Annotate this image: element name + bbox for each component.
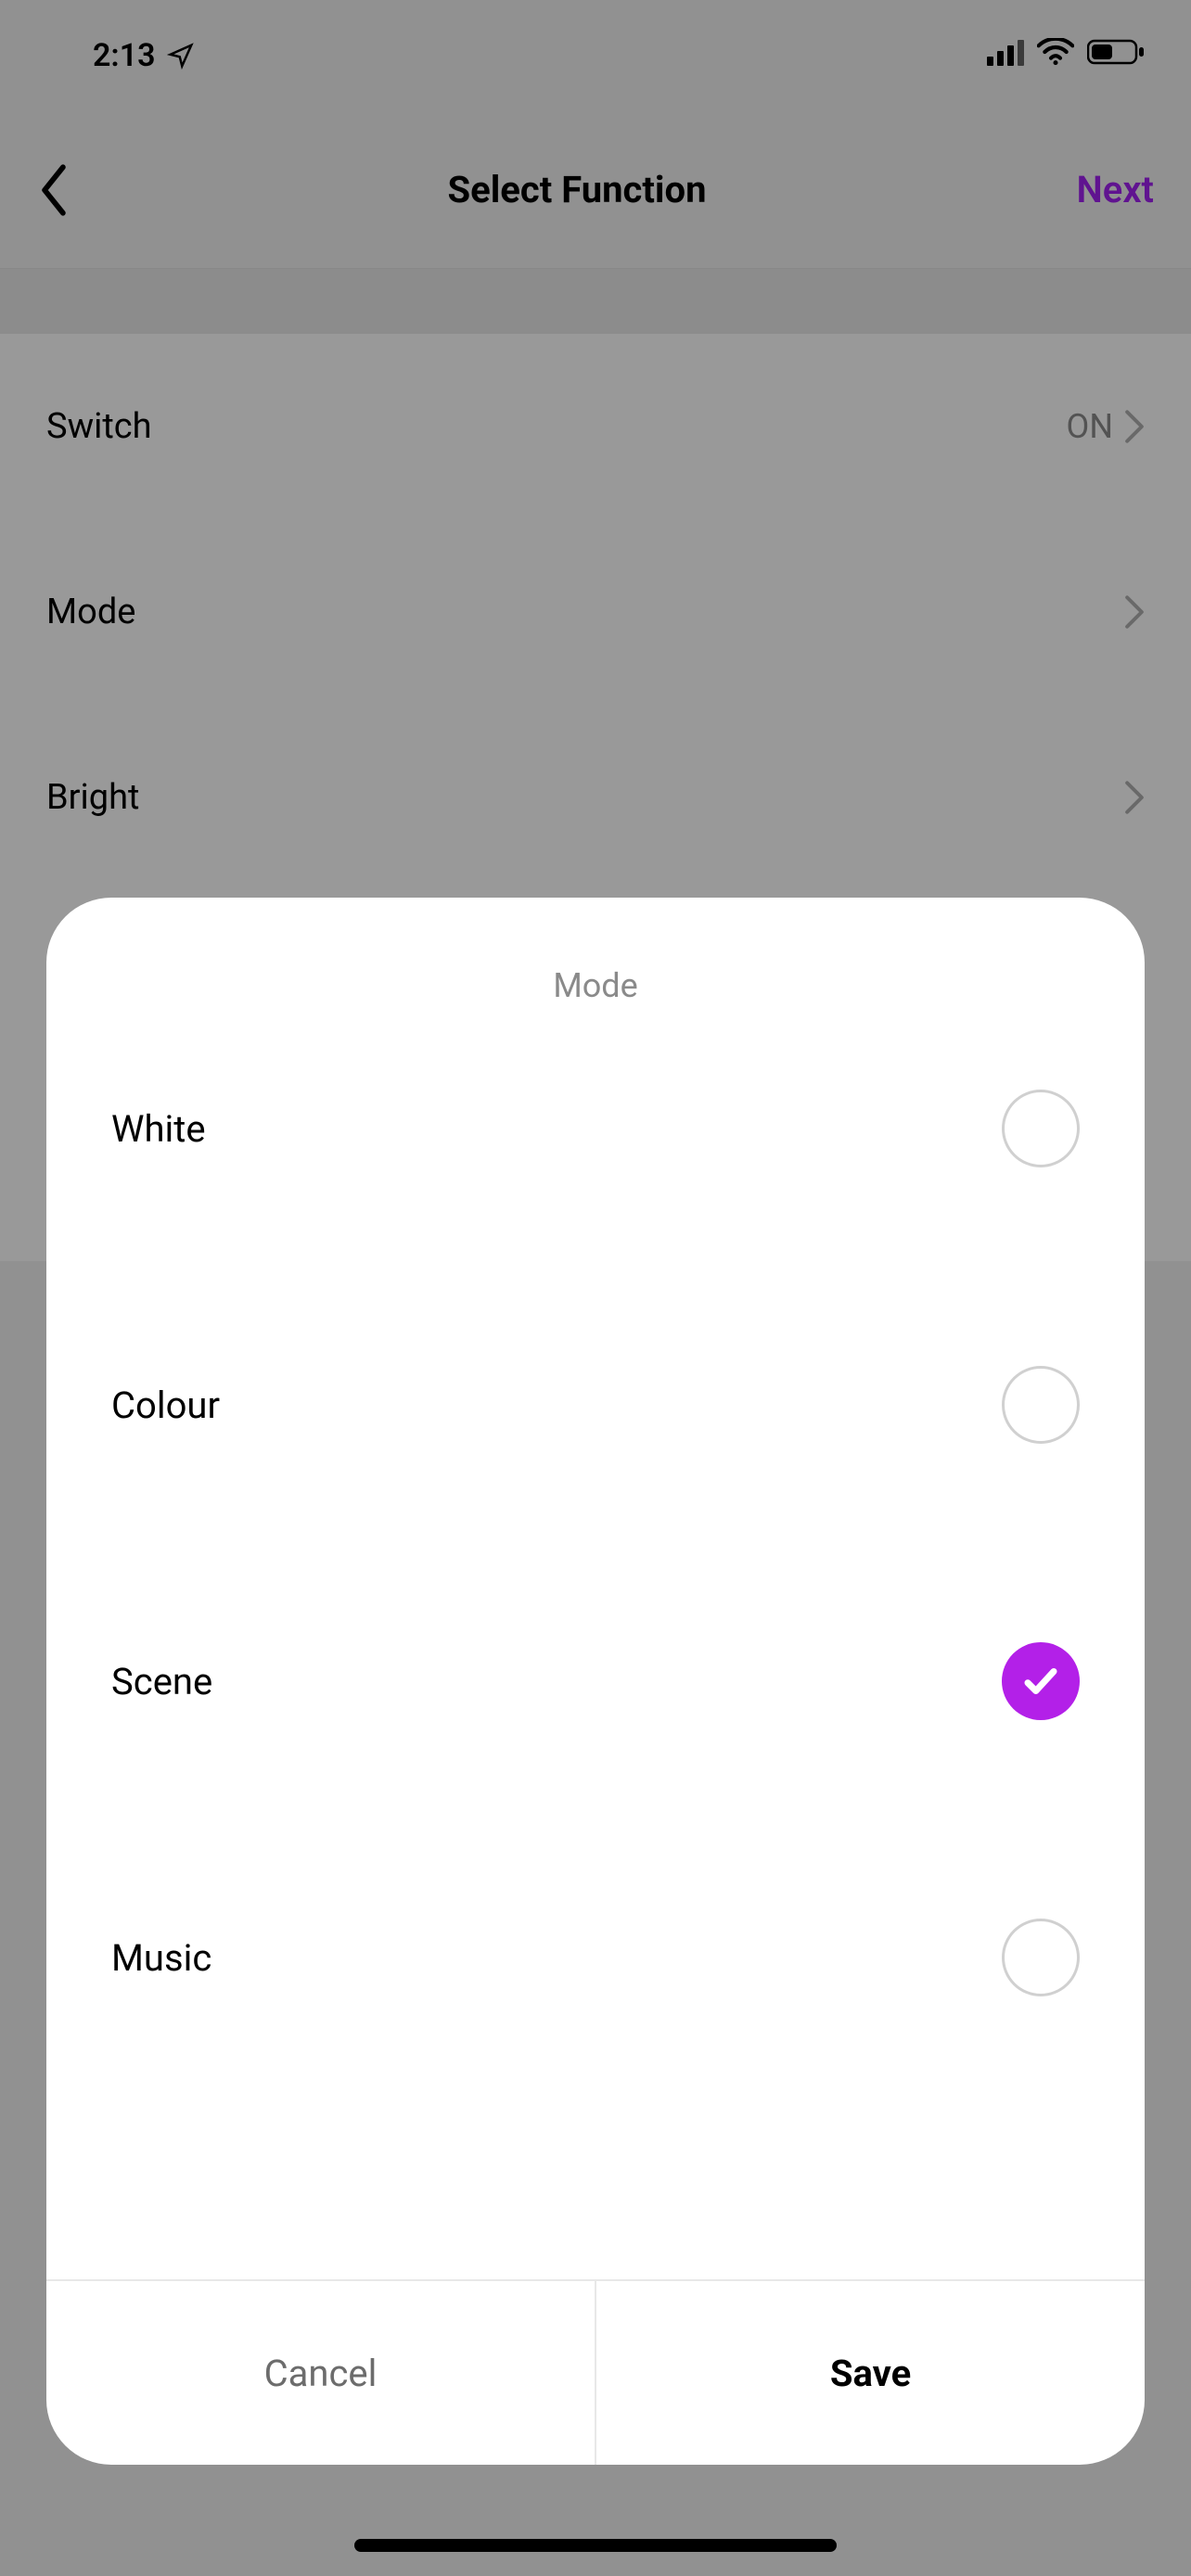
save-button[interactable]: Save [596, 2281, 1145, 2465]
option-music-label: Music [111, 1936, 211, 1980]
radio-unchecked-icon [1002, 1366, 1080, 1444]
sheet-title: Mode [46, 898, 1145, 1074]
mode-options[interactable]: White Colour Scene Music [46, 1074, 1145, 2279]
radio-unchecked-icon [1002, 1919, 1080, 1996]
radio-checked-icon [1002, 1642, 1080, 1720]
option-white-label: White [111, 1107, 206, 1151]
mode-sheet: Mode White Colour Scene Music C [46, 898, 1145, 2465]
option-scene[interactable]: Scene [46, 1543, 1145, 1819]
home-indicator[interactable] [354, 2539, 837, 2552]
option-colour-label: Colour [111, 1384, 220, 1427]
sheet-actions: Cancel Save [46, 2279, 1145, 2465]
option-white[interactable]: White [46, 1074, 1145, 1267]
option-music[interactable]: Music [46, 1819, 1145, 2096]
radio-unchecked-icon [1002, 1090, 1080, 1167]
option-colour[interactable]: Colour [46, 1267, 1145, 1543]
cancel-button[interactable]: Cancel [46, 2281, 596, 2465]
option-scene-label: Scene [111, 1660, 212, 1703]
